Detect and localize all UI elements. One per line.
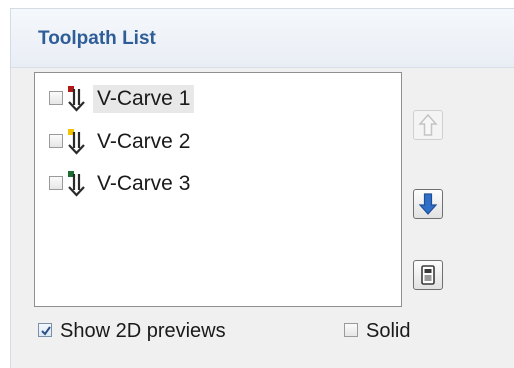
solid-option[interactable]: Solid bbox=[344, 319, 464, 343]
vcarve-toolpath-icon bbox=[68, 171, 85, 197]
toolpath-label[interactable]: V-Carve 2 bbox=[93, 128, 194, 156]
move-up-button[interactable] bbox=[413, 110, 443, 140]
list-item[interactable]: V-Carve 3 bbox=[49, 170, 389, 198]
toolpath-visibility-checkbox[interactable] bbox=[49, 176, 63, 190]
vcarve-toolpath-icon bbox=[68, 86, 85, 112]
toolpath-list[interactable]: V-Carve 1 V-Carve 2 V-Carve 3 bbox=[34, 72, 402, 307]
list-item[interactable]: V-Carve 1 bbox=[49, 85, 389, 113]
show-2d-previews-option[interactable]: Show 2D previews bbox=[38, 319, 288, 343]
toolpath-label[interactable]: V-Carve 3 bbox=[93, 170, 194, 198]
list-item[interactable]: V-Carve 2 bbox=[49, 128, 389, 156]
move-down-button[interactable] bbox=[413, 189, 443, 219]
show-2d-previews-checkbox[interactable] bbox=[38, 323, 52, 337]
arrow-up-icon bbox=[418, 113, 438, 136]
toolpath-list-panel: Toolpath List V-Carve 1 V-Carve 2 V-Carv… bbox=[10, 8, 514, 368]
solid-label: Solid bbox=[366, 320, 411, 342]
vcarve-toolpath-icon bbox=[68, 129, 85, 155]
checkmark-icon bbox=[41, 326, 51, 336]
toolpath-visibility-checkbox[interactable] bbox=[49, 134, 63, 148]
calculator-icon bbox=[421, 265, 435, 285]
toolpath-label[interactable]: V-Carve 1 bbox=[93, 85, 195, 113]
arrow-down-icon bbox=[418, 193, 438, 215]
calculate-button[interactable] bbox=[413, 260, 443, 290]
show-2d-previews-label: Show 2D previews bbox=[60, 320, 226, 342]
panel-title: Toolpath List bbox=[38, 28, 156, 49]
toolpath-visibility-checkbox[interactable] bbox=[49, 91, 63, 105]
panel-header: Toolpath List bbox=[11, 9, 514, 68]
solid-checkbox[interactable] bbox=[344, 323, 358, 337]
